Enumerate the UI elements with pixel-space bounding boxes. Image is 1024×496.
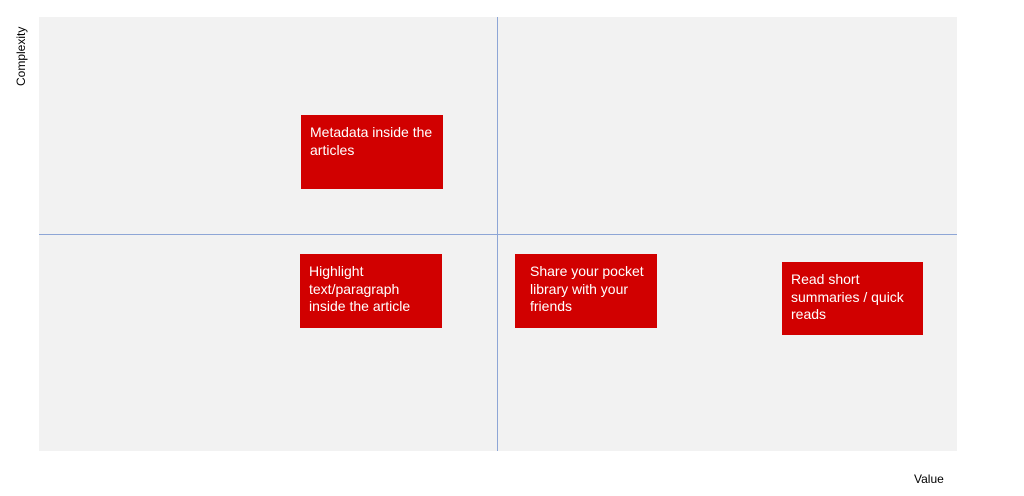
priority-matrix-canvas: Metadata inside the articles Highlight t… <box>0 0 1024 496</box>
card-highlight[interactable]: Highlight text/paragraph inside the arti… <box>300 254 442 328</box>
horizontal-divider <box>39 234 957 235</box>
card-text: Read short summaries / quick reads <box>791 271 904 322</box>
x-axis-label: Value <box>914 472 944 486</box>
y-axis-label: Complexity <box>14 26 28 86</box>
card-metadata[interactable]: Metadata inside the articles <box>301 115 443 189</box>
card-text: Metadata inside the articles <box>310 124 433 158</box>
matrix-area: Metadata inside the articles Highlight t… <box>39 17 957 451</box>
card-text: Highlight text/paragraph inside the arti… <box>309 263 411 314</box>
card-short-summaries[interactable]: Read short summaries / quick reads <box>782 262 923 335</box>
card-share-library[interactable]: Share your pocket library with your frie… <box>515 254 657 328</box>
card-text: Share your pocket library with your frie… <box>530 263 644 314</box>
